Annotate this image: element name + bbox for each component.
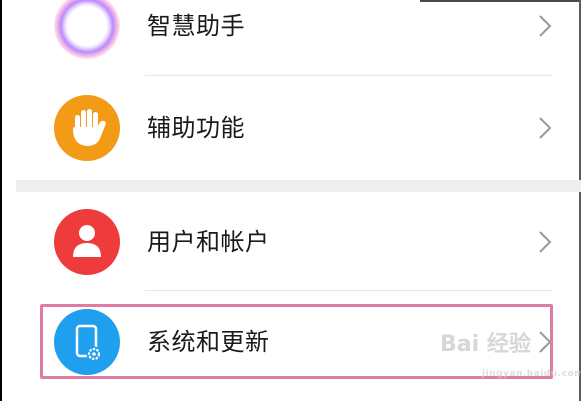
hand-icon-badge: [54, 95, 120, 161]
chevron-right-icon: [539, 117, 552, 139]
settings-item-label: 用户和帐户: [147, 228, 270, 256]
divider: [145, 290, 553, 291]
chevron-right-icon: [539, 231, 552, 253]
chevron-right-icon: [539, 15, 552, 37]
settings-item-label: 智慧助手: [147, 12, 245, 40]
user-icon-badge: [54, 209, 120, 275]
assistant-orb-icon: [54, 0, 120, 59]
user-icon: [73, 225, 101, 257]
hand-icon: [73, 109, 106, 146]
divider: [145, 75, 553, 76]
settings-item-users-accounts[interactable]: 用户和帐户: [2, 198, 572, 286]
section-separator: [16, 180, 581, 192]
settings-item-accessibility[interactable]: 辅助功能: [2, 84, 572, 172]
settings-item-smart-assistant[interactable]: 智慧助手: [2, 0, 572, 70]
settings-item-label: 辅助功能: [147, 114, 245, 142]
highlight-box: [40, 304, 553, 379]
